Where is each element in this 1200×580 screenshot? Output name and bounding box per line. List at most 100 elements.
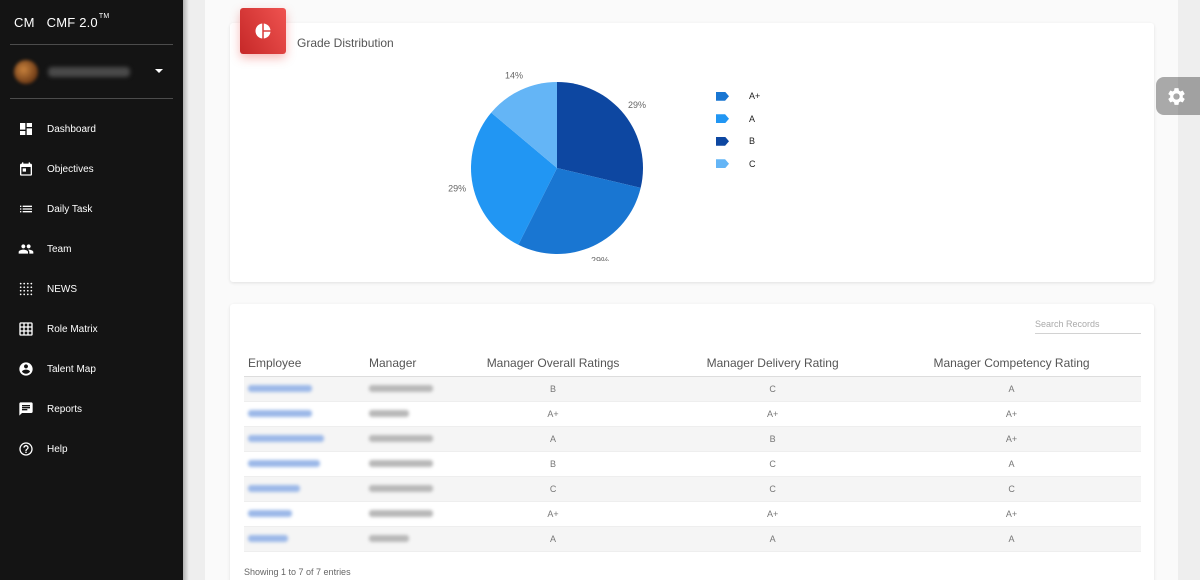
- employee-cell: [244, 526, 365, 552]
- manager-cell: [365, 526, 443, 552]
- competency-rating-cell: A+: [882, 501, 1141, 527]
- delivery-rating-cell: B: [663, 426, 883, 452]
- sidebar-item-reports[interactable]: Reports: [0, 389, 183, 429]
- dashboard-icon: [20, 123, 32, 135]
- overall-rating-cell: C: [443, 476, 664, 502]
- sidebar-item-team[interactable]: Team: [0, 229, 183, 269]
- competency-rating-cell: C: [882, 476, 1141, 502]
- manager-name: [369, 484, 433, 492]
- manager-cell: [365, 501, 443, 527]
- table-row[interactable]: A+ A+ A+: [244, 401, 1141, 427]
- user-name-redacted[interactable]: [48, 66, 130, 77]
- legend-label: B: [749, 136, 756, 147]
- column-header-employee[interactable]: Employee: [244, 351, 365, 377]
- manager-name: [369, 409, 409, 417]
- table-row[interactable]: BCA: [244, 451, 1141, 477]
- dots-grid-icon: [19, 282, 33, 296]
- column-header-competency[interactable]: Manager Competency Rating: [882, 351, 1141, 377]
- sidebar-item-talent-map[interactable]: Talent Map: [0, 349, 183, 389]
- logo-mini[interactable]: CM: [14, 15, 35, 30]
- overall-rating-cell: B: [443, 451, 664, 477]
- chat-report-icon: [19, 402, 33, 416]
- legend-item[interactable]: B: [716, 130, 760, 153]
- employee-name-link[interactable]: [248, 434, 324, 442]
- competency-rating-cell: A+: [882, 401, 1141, 427]
- sidebar-item-objectives[interactable]: Objectives: [0, 149, 183, 189]
- delivery-rating-cell: C: [663, 451, 883, 477]
- table-row[interactable]: AAA: [244, 526, 1141, 552]
- table-body: B C A A+ A+ A+ A B A+ B C A C C C A+ A+ A+ A A A: [244, 376, 1141, 552]
- table-row[interactable]: A B A+: [244, 426, 1141, 452]
- pie-chart-icon: [255, 23, 271, 39]
- logo-trademark: TM: [98, 12, 110, 20]
- account-circle-icon: [19, 362, 33, 376]
- sidebar-item-label: Talent Map: [47, 363, 96, 375]
- legend-swatch: [716, 136, 729, 146]
- employee-name-link[interactable]: [248, 484, 300, 492]
- logo[interactable]: CM CMF 2.0 TM: [0, 0, 183, 44]
- list-icon: [20, 205, 32, 213]
- avatar[interactable]: [14, 59, 38, 84]
- manager-cell: [365, 476, 443, 502]
- competency-rating-cell: A+: [882, 426, 1141, 452]
- legend-label: A: [749, 113, 756, 124]
- overall-rating-cell: A: [443, 526, 664, 552]
- employee-name-link[interactable]: [248, 409, 312, 417]
- logo-text[interactable]: CMF 2.0: [47, 15, 98, 30]
- sidebar-divider: [10, 98, 173, 99]
- legend-item[interactable]: A+: [716, 85, 760, 108]
- search-input[interactable]: [1035, 319, 1141, 329]
- overall-rating-cell: A: [443, 426, 664, 452]
- table-row[interactable]: CCC: [244, 476, 1141, 502]
- delivery-rating-cell: C: [663, 476, 883, 502]
- column-header-delivery[interactable]: Manager Delivery Rating: [663, 351, 883, 377]
- manager-name: [369, 509, 433, 517]
- employee-name-link[interactable]: [248, 459, 320, 467]
- manager-cell: [365, 451, 443, 477]
- pie-value-label: 14%: [505, 71, 523, 81]
- delivery-rating-cell: A+: [663, 401, 883, 427]
- table-row[interactable]: BCA: [244, 376, 1141, 402]
- legend-item[interactable]: A: [716, 108, 760, 131]
- chevron-down-icon[interactable]: [155, 69, 163, 73]
- employee-name-link[interactable]: [248, 534, 288, 542]
- pie-value-label: 29%: [591, 255, 609, 261]
- employee-name-link[interactable]: [248, 384, 312, 392]
- manager-cell: [365, 401, 443, 427]
- sidebar-item-label: Team: [47, 243, 72, 255]
- column-header-manager[interactable]: Manager: [365, 351, 443, 377]
- sidebar-item-help[interactable]: Help: [0, 429, 183, 469]
- gear-icon: [1168, 87, 1185, 105]
- legend-item[interactable]: C: [716, 153, 760, 176]
- card-title: Grade Distribution: [297, 36, 394, 50]
- competency-rating-cell: A: [882, 526, 1141, 552]
- sidebar-item-label: Role Matrix: [47, 323, 98, 335]
- column-header-overall[interactable]: Manager Overall Ratings: [443, 351, 664, 377]
- sidebar-item-daily-task[interactable]: Daily Task: [0, 189, 183, 229]
- table-header-row: Employee Manager Manager Overall Ratings…: [244, 351, 1141, 377]
- legend-swatch: [716, 114, 729, 124]
- table-row[interactable]: A+ A+ A+: [244, 501, 1141, 527]
- employee-name-link[interactable]: [248, 509, 292, 517]
- sidebar-item-role-matrix[interactable]: Role Matrix: [0, 309, 183, 349]
- sidebar-item-news[interactable]: NEWS: [0, 269, 183, 309]
- card-header-icon: [240, 8, 286, 54]
- help-circle-icon: [19, 442, 33, 456]
- manager-name: [369, 459, 433, 467]
- user-menu[interactable]: [0, 45, 183, 98]
- employee-cell: [244, 401, 365, 427]
- search-box[interactable]: [1035, 319, 1141, 334]
- people-icon: [18, 244, 34, 254]
- ratings-table-card: Employee Manager Manager Overall Ratings…: [230, 304, 1154, 580]
- sidebar-item-label: Reports: [47, 403, 83, 415]
- grade-pie-chart: 29% 29% 29% 14%: [448, 71, 646, 261]
- pie-value-label: 29%: [628, 100, 646, 110]
- sidebar-item-dashboard[interactable]: Dashboard: [0, 109, 183, 149]
- manager-name: [369, 384, 433, 392]
- sidebar: CM CMF 2.0 TM Dashboard Objectives Daily …: [0, 0, 189, 580]
- employee-cell: [244, 476, 365, 502]
- manager-name: [369, 434, 433, 442]
- legend-label: A+: [749, 91, 761, 102]
- settings-button[interactable]: [1156, 77, 1200, 115]
- manager-cell: [365, 376, 443, 402]
